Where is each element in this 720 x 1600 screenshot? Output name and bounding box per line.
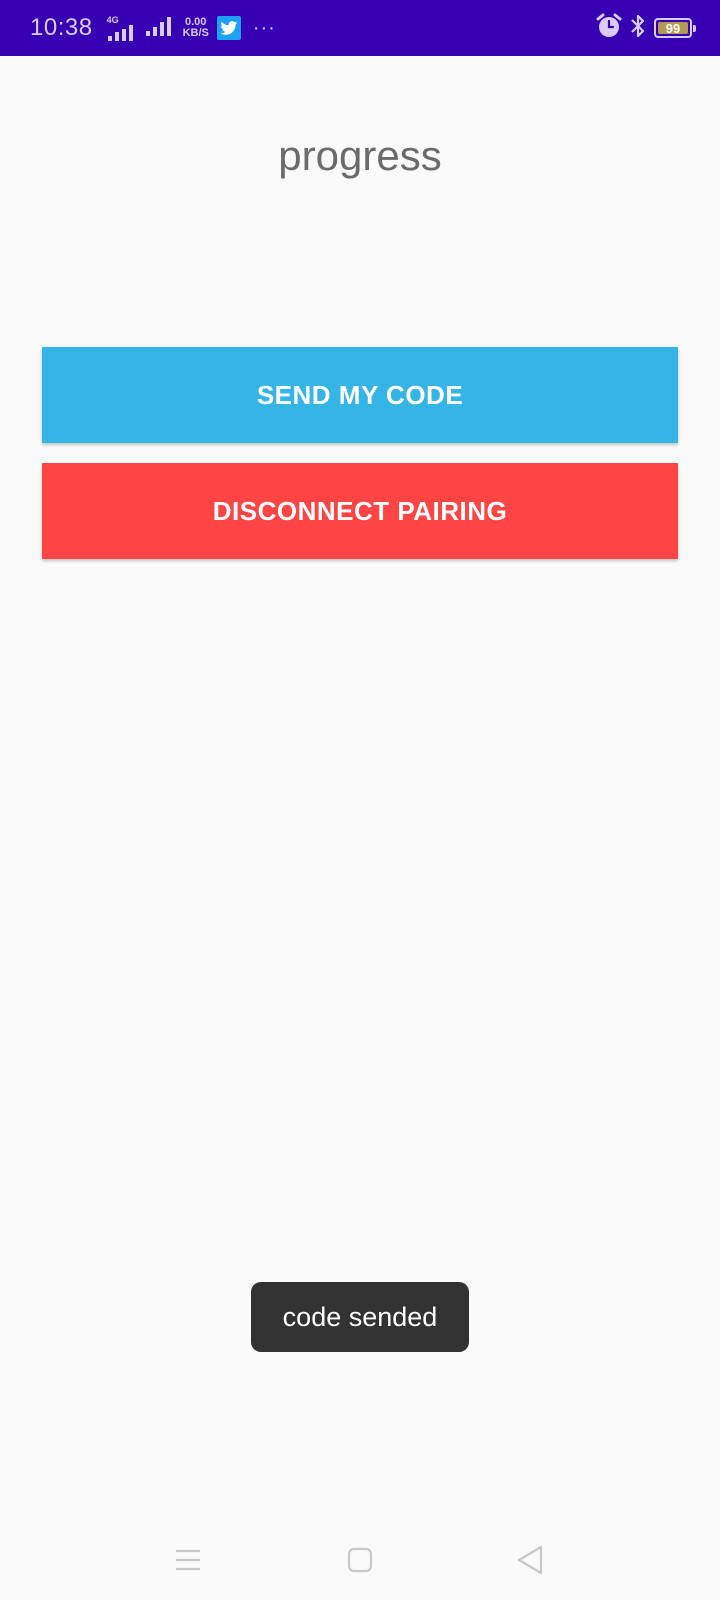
toast-text: code sended xyxy=(282,1301,438,1332)
signal-icon xyxy=(145,16,175,41)
more-notifications-icon: ··· xyxy=(252,16,276,39)
back-icon[interactable] xyxy=(514,1544,546,1576)
signal-icon: 4G xyxy=(106,14,137,41)
clock: 10:38 xyxy=(30,14,93,41)
network-type: 4G xyxy=(106,14,119,25)
status-bar: 10:38 4G 0.00 KB/S ··· 99 xyxy=(0,0,720,56)
speed-unit: KB/S xyxy=(182,27,209,39)
bluetooth-icon xyxy=(630,13,646,44)
network-speed: 0.00 KB/S xyxy=(183,17,209,39)
alarm-icon xyxy=(596,13,622,44)
home-icon[interactable] xyxy=(344,1544,376,1576)
battery-level: 99 xyxy=(665,20,681,36)
disconnect-pairing-button[interactable]: DISCONNECT PAIRING xyxy=(42,463,678,559)
navigation-bar xyxy=(0,1520,720,1600)
send-code-button[interactable]: SEND MY CODE xyxy=(42,347,678,443)
menu-icon[interactable] xyxy=(172,1544,204,1576)
page-title: progress xyxy=(278,132,442,179)
battery-icon: 99 xyxy=(654,18,696,38)
status-bar-left: 10:38 4G 0.00 KB/S ··· xyxy=(30,14,276,42)
twitter-icon xyxy=(216,16,241,40)
toast-message: code sended xyxy=(251,1282,469,1352)
status-bar-right: 99 xyxy=(596,13,696,44)
